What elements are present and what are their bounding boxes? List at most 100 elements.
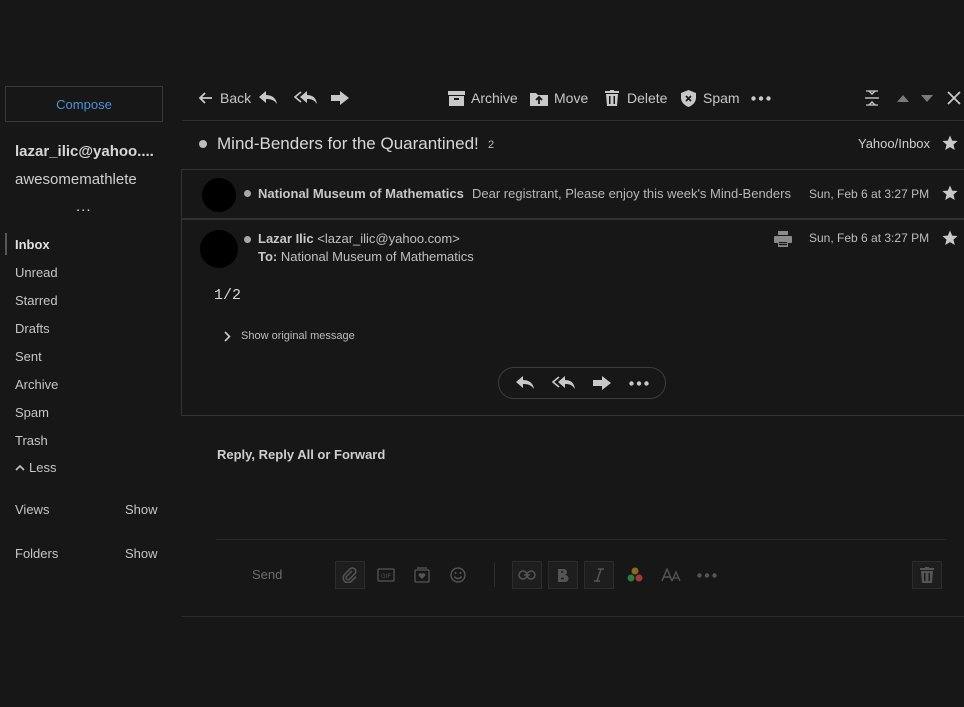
close-button[interactable]	[944, 88, 964, 108]
message-to: To: National Museum of Mathematics	[258, 249, 474, 264]
avatar	[202, 178, 236, 212]
italic-button[interactable]	[584, 561, 614, 589]
font-size-button[interactable]	[656, 561, 686, 589]
move-button[interactable]: Move	[529, 88, 588, 108]
reply-icon	[516, 376, 535, 389]
to-recipient[interactable]: National Museum of Mathematics	[281, 249, 474, 264]
paperclip-icon	[342, 567, 357, 583]
folder-inbox[interactable]: Inbox	[15, 237, 50, 252]
message-date: Sun, Feb 6 at 3:27 PM	[809, 187, 930, 201]
more-actions-button[interactable]	[751, 88, 771, 108]
more-actions-button[interactable]	[629, 380, 649, 386]
forward-icon	[593, 376, 612, 390]
forward-icon	[330, 88, 350, 108]
folders-show-button[interactable]: Show	[125, 546, 158, 561]
arrow-left-icon	[195, 88, 215, 108]
inline-reply-actions	[498, 367, 666, 399]
caret-down-icon	[917, 88, 937, 108]
sticker-button[interactable]	[407, 561, 437, 589]
folder-spam[interactable]: Spam	[15, 405, 49, 420]
composer-divider	[216, 539, 946, 540]
message-star-icon[interactable]	[942, 185, 958, 201]
thread-subject: Mind-Benders for the Quarantined!	[217, 134, 479, 153]
message-row-collapsed[interactable]: National Museum of Mathematics Dear regi…	[181, 169, 964, 219]
folders-label: Folders	[15, 546, 59, 561]
sticker-icon	[414, 567, 430, 583]
bold-icon	[558, 569, 569, 582]
gif-icon: GIF	[377, 568, 395, 582]
text-color-button[interactable]	[620, 561, 650, 589]
next-message-button[interactable]	[917, 88, 937, 108]
reply-all-icon	[551, 376, 575, 389]
delete-label: Delete	[627, 90, 668, 106]
reply-all-button[interactable]	[293, 88, 319, 108]
unread-dot	[244, 190, 251, 197]
emoji-icon	[450, 567, 466, 583]
archive-icon	[446, 88, 466, 108]
bold-button[interactable]	[548, 561, 578, 589]
folder-starred[interactable]: Starred	[15, 293, 58, 308]
attach-button[interactable]	[335, 561, 365, 589]
folder-trash[interactable]: Trash	[15, 433, 48, 448]
printer-icon	[774, 231, 792, 247]
spam-button[interactable]: Spam	[678, 88, 740, 108]
toolbar-divider	[182, 120, 964, 121]
back-label: Back	[220, 90, 252, 106]
back-button[interactable]: Back	[195, 88, 251, 108]
account-more-button[interactable]: ...	[76, 198, 92, 215]
account-email[interactable]: lazar_ilic@yahoo....	[15, 143, 165, 160]
color-palette-icon	[627, 567, 643, 582]
reply-button[interactable]	[258, 88, 278, 108]
folder-sent[interactable]: Sent	[15, 349, 42, 364]
compose-button[interactable]: Compose	[5, 86, 163, 122]
discard-draft-button[interactable]	[912, 561, 942, 589]
collapse-thread-button[interactable]	[862, 88, 882, 108]
sender-name[interactable]: Lazar Ilic	[258, 231, 314, 246]
show-original-toggle[interactable]: Show original message	[224, 330, 355, 342]
message-body: 1/2	[214, 287, 242, 304]
link-icon	[518, 570, 536, 580]
show-original-label: Show original message	[241, 330, 355, 342]
link-button[interactable]	[512, 561, 542, 589]
message-sender: National Museum of Mathematics	[258, 186, 464, 201]
font-size-icon	[661, 568, 681, 582]
send-button[interactable]: Send	[252, 567, 282, 582]
more-horizontal-icon	[629, 380, 649, 386]
to-label: To:	[258, 249, 278, 264]
reply-prompt[interactable]: Reply, Reply All or Forward	[217, 447, 385, 462]
emoji-button[interactable]	[443, 561, 473, 589]
views-show-button[interactable]: Show	[125, 502, 158, 517]
trash-icon	[602, 88, 622, 108]
forward-button[interactable]	[592, 375, 612, 391]
print-button[interactable]	[774, 231, 792, 247]
shield-icon	[678, 88, 698, 108]
archive-button[interactable]: Archive	[446, 88, 518, 108]
folder-drafts[interactable]: Drafts	[15, 321, 50, 336]
folder-archive[interactable]: Archive	[15, 377, 58, 392]
sender-email[interactable]: <lazar_ilic@yahoo.com>	[317, 231, 460, 246]
composer-toolbar-attach: GIF	[335, 561, 473, 589]
forward-button[interactable]	[330, 88, 350, 108]
account-name: awesomemathlete	[15, 171, 137, 188]
chevron-up-icon	[15, 464, 25, 472]
reply-button[interactable]	[515, 375, 535, 391]
spam-label: Spam	[703, 90, 740, 106]
reply-all-icon	[293, 88, 319, 108]
trash-icon	[912, 561, 942, 589]
folder-unread[interactable]: Unread	[15, 265, 58, 280]
chevron-right-icon	[224, 330, 231, 342]
message-star-icon[interactable]	[942, 230, 958, 246]
less-toggle[interactable]: Less	[15, 460, 56, 475]
more-format-button[interactable]	[692, 561, 722, 589]
delete-button[interactable]: Delete	[602, 88, 667, 108]
previous-message-button[interactable]	[893, 88, 913, 108]
move-label: Move	[554, 90, 589, 106]
reply-all-button[interactable]	[551, 375, 576, 391]
gif-button[interactable]: GIF	[371, 561, 401, 589]
thread-star-icon[interactable]	[942, 135, 958, 151]
move-folder-icon	[529, 88, 549, 108]
close-icon	[944, 88, 964, 108]
italic-icon	[594, 568, 604, 582]
thread-folder-path[interactable]: Yahoo/Inbox	[858, 136, 930, 151]
archive-label: Archive	[471, 90, 518, 106]
